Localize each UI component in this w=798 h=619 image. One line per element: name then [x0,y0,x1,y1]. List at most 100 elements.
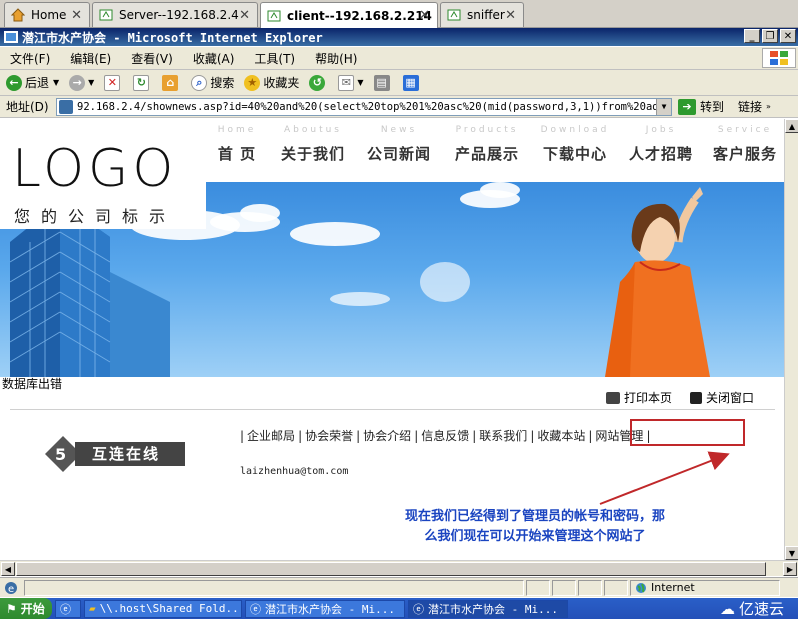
tab-server[interactable]: Server--192.168.2.4 ✕ [92,2,258,27]
nav-cn-label: 关于我们 [280,145,345,163]
forward-button[interactable]: → ▼ [69,74,94,91]
chevron-down-icon[interactable]: ▼ [656,98,671,115]
tab-sniffer[interactable]: sniffer ✕ [440,2,524,27]
search-button[interactable]: ⌕ 搜索 [191,74,234,91]
status-cell [578,579,602,596]
page-viewport: LOGO 您的公司标示 Home 首 页 Aboutus 关于我们 News 公… [0,119,784,560]
menu-tools[interactable]: 工具(T) [254,50,295,67]
home-icon: ⌂ [162,74,179,91]
scroll-down-button[interactable]: ▼ [785,546,798,560]
status-cell [604,579,628,596]
nav-home[interactable]: Home 首 页 [206,125,268,182]
edit-page-icon: ▦ [402,74,419,91]
taskbar-item-ie1[interactable]: ⓔ 潜江市水产协会 - Mi... [245,599,405,618]
taskbar-item-label: 潜江市水产协会 - Mi... [265,602,395,616]
favorites-label: 收藏夹 [263,76,300,90]
close-button[interactable]: ✕ [780,29,796,43]
footer-link-mail[interactable]: 企业邮局 [247,429,295,443]
nav-cn-label: 产品展示 [454,145,519,163]
nav-cn-label: 人才招聘 [628,145,693,163]
zone-label: Internet [651,581,695,594]
footer-link-feedback[interactable]: 信息反馈 [421,429,469,443]
menu-help[interactable]: 帮助(H) [315,50,357,67]
svg-text:5: 5 [55,445,66,464]
taskbar-item-folder[interactable]: ▰ \\.host\Shared Fold... [84,599,242,618]
close-icon[interactable]: ✕ [239,8,250,23]
menu-view[interactable]: 查看(V) [131,50,173,67]
status-cell [552,579,576,596]
close-window-link[interactable]: 关闭窗口 [706,389,754,406]
close-window-icon [690,391,703,404]
close-icon[interactable]: ✕ [71,8,82,23]
footer-link-intro[interactable]: 协会介绍 [363,429,411,443]
footer-link-contact[interactable]: 联系我们 [479,429,527,443]
scroll-left-button[interactable]: ◀ [1,562,15,576]
back-button[interactable]: ← 后退 ▼ [6,74,59,91]
nav-download[interactable]: Download 下载中心 [534,125,616,182]
vm-icon [267,10,281,21]
edit-button[interactable]: ▦ [402,74,422,91]
scroll-up-button[interactable]: ▲ [785,119,798,133]
nav-products[interactable]: Products 产品展示 [446,125,528,182]
nav-cn-label: 客户服务 [712,145,777,163]
refresh-button[interactable]: ↻ [133,74,152,91]
minimize-button[interactable]: _ [744,29,760,43]
footer-link-bookmark[interactable]: 收藏本站 [537,429,585,443]
nav-en-label: Home [217,125,257,135]
annotation-line: 么我们现在可以开始来管理这个网站了 [424,529,646,544]
woman-illustration [605,187,710,377]
history-button[interactable]: ↺ [309,74,328,91]
nav-jobs[interactable]: Jobs 人才招聘 [620,125,702,182]
links-button[interactable]: 链接 » [738,98,771,115]
close-icon[interactable]: ✕ [505,8,516,23]
nav-en-label: News [380,125,418,135]
site-logo[interactable]: LOGO 您的公司标示 [0,119,206,229]
tab-label: Home [31,8,67,22]
start-button[interactable]: ⚑ 开始 [0,598,52,619]
zone-indicator: Internet [630,579,780,596]
nav-aboutus[interactable]: Aboutus 关于我们 [272,125,354,182]
scroll-right-button[interactable]: ▶ [783,562,797,576]
page-icon [59,99,73,114]
window-title: 潜江市水产协会 - Microsoft Internet Explorer [22,30,323,45]
nav-news[interactable]: News 公司新闻 [358,125,440,182]
print-button[interactable]: ▤ [373,74,393,91]
menu-edit[interactable]: 编辑(E) [70,50,111,67]
horizontal-scrollbar[interactable]: ◀ ▶ [0,560,798,576]
tab-home[interactable]: Home ✕ [4,2,90,27]
favorites-button[interactable]: ★ 收藏夹 [244,74,299,91]
cloud-logo-icon: ☁ [719,599,735,618]
print-link[interactable]: 打印本页 [624,389,672,406]
footer-logo-text: 互连在线 [92,445,161,463]
vertical-scrollbar[interactable]: ▲ ▼ [784,119,798,560]
close-icon[interactable]: ✕ [419,8,430,23]
brand-label: 亿速云 [738,600,784,618]
toolbar: ← 后退 ▼ → ▼ ✕ ↻ ⌂ ⌕ 搜索 ★ 收藏夹 ↺ ✉ ▼ ▤ ▦ [0,70,798,96]
taskbar-item-label: \\.host\Shared Fold... [99,602,242,615]
tab-client[interactable]: client--192.168.2.214 ✕ [260,2,438,28]
page-actions: 打印本页 关闭窗口 [606,389,754,406]
address-input[interactable]: 92.168.2.4/shownews.asp?id=40%20and%20(s… [56,97,672,116]
quick-launch-ie[interactable]: ⓔ [55,599,81,618]
refresh-icon: ↻ [133,74,150,91]
nav-cn-label: 首 页 [217,145,257,163]
mail-button[interactable]: ✉ ▼ [338,74,364,91]
nav-service[interactable]: Service 客户服务 [706,125,784,182]
restore-button[interactable]: ❐ [762,29,778,43]
menu-file[interactable]: 文件(F) [10,50,50,67]
home-button[interactable]: ⌂ [162,74,181,91]
go-arrow-icon: ➔ [678,98,696,115]
host-tab-bar: Home ✕ Server--192.168.2.4 ✕ client--192… [0,0,798,28]
scroll-thumb[interactable] [16,562,766,576]
tab-label: Server--192.168.2.4 [119,8,239,22]
footer-link-honor[interactable]: 协会荣誉 [305,429,353,443]
stop-button[interactable]: ✕ [104,74,123,91]
go-button[interactable]: ➔ 转到 [678,98,724,115]
menu-bar: 文件(F) 编辑(E) 查看(V) 收藏(A) 工具(T) 帮助(H) [0,47,798,70]
menu-favorites[interactable]: 收藏(A) [193,50,235,67]
mail-icon: ✉ [338,74,355,91]
taskbar-item-ie2[interactable]: ⓔ 潜江市水产协会 - Mi... [408,599,568,618]
back-arrow-icon: ← [6,74,22,91]
address-bar: 地址(D) 92.168.2.4/shownews.asp?id=40%20an… [0,96,798,118]
chevron-down-icon: ▼ [53,78,60,87]
